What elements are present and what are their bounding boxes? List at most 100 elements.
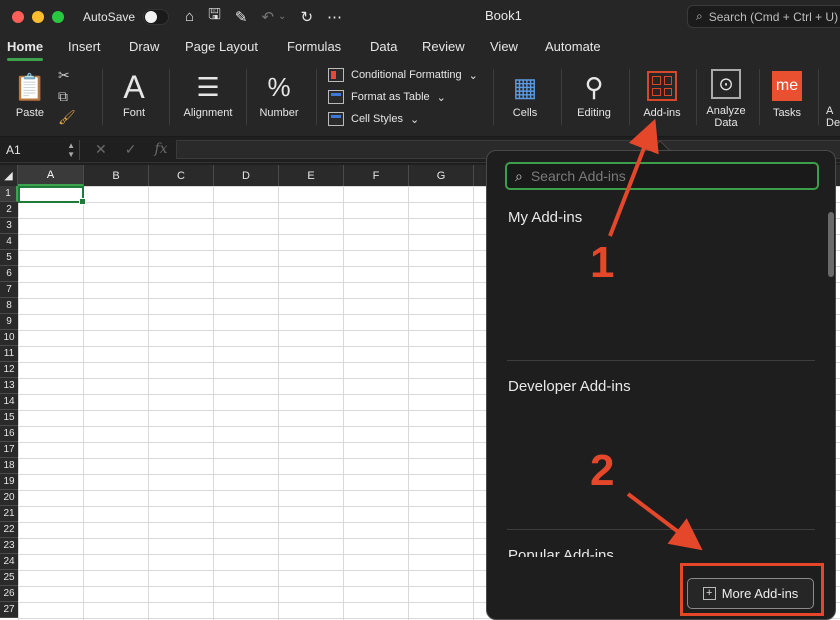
developer-addins-heading: Developer Add-ins (508, 378, 631, 395)
tab-insert[interactable]: Insert (68, 39, 101, 61)
format-as-table-button[interactable]: Format as Table ⌄ (328, 89, 478, 105)
row-header[interactable]: 24 (0, 554, 18, 570)
row-header[interactable]: 4 (0, 234, 18, 250)
tab-view[interactable]: View (490, 39, 518, 61)
separator (102, 69, 103, 125)
fx-icon[interactable]: fx (154, 141, 167, 158)
editing-button[interactable]: ⚲ Editing (570, 61, 618, 137)
undo-icon[interactable]: ↶ (261, 8, 274, 26)
tab-home[interactable]: Home (7, 39, 44, 61)
name-box[interactable]: A1 ▲ ▼ (0, 140, 80, 160)
column-header[interactable]: C (149, 165, 214, 186)
tab-draw[interactable]: Draw (129, 39, 159, 61)
selected-cell[interactable] (18, 186, 86, 205)
row-header[interactable]: 8 (0, 298, 18, 314)
cells-button[interactable]: ▦ Cells (503, 61, 547, 137)
column-header[interactable]: B (84, 165, 149, 186)
row-header[interactable]: 18 (0, 458, 18, 474)
separator (696, 69, 697, 125)
row-header[interactable]: 26 (0, 586, 18, 602)
panel-scrollbar[interactable] (828, 212, 834, 277)
column-header[interactable]: E (279, 165, 344, 186)
home-icon[interactable]: ⌂ (185, 8, 194, 25)
font-button[interactable]: A Font (112, 61, 156, 137)
row-header[interactable]: 10 (0, 330, 18, 346)
divider (507, 360, 815, 361)
row-header[interactable]: 19 (0, 474, 18, 490)
row-header[interactable]: 5 (0, 250, 18, 266)
row-header[interactable]: 6 (0, 266, 18, 282)
my-addins-heading: My Add-ins (508, 209, 583, 226)
cut-off-button[interactable]: A De (826, 61, 840, 137)
search-icon: ⌕ (515, 167, 523, 184)
minimize-window-button[interactable] (32, 10, 44, 23)
row-header[interactable]: 16 (0, 426, 18, 442)
row-header[interactable]: 11 (0, 346, 18, 362)
cell-styles-button[interactable]: Cell Styles ⌄ (328, 111, 478, 127)
save-as-icon[interactable]: ✎ (235, 8, 248, 26)
row-header[interactable]: 7 (0, 282, 18, 298)
row-header[interactable]: 9 (0, 314, 18, 330)
tab-data[interactable]: Data (370, 39, 397, 61)
tab-formulas[interactable]: Formulas (287, 39, 341, 61)
format-painter-icon[interactable]: 🖌 (58, 109, 76, 126)
window-controls (12, 10, 64, 23)
ribbon: 📋 Paste ✂ ⧉ 🖌 A Font ☰ Alignment % Numbe… (0, 61, 840, 137)
row-header[interactable]: 22 (0, 522, 18, 538)
column-header[interactable]: D (214, 165, 279, 186)
addins-panel: ⌕ My Add-ins Developer Add-ins Popular A… (486, 150, 836, 620)
addins-search[interactable]: ⌕ (505, 162, 819, 190)
more-icon[interactable]: ⋯ (327, 8, 342, 26)
row-header[interactable]: 12 (0, 362, 18, 378)
zoom-window-button[interactable] (52, 10, 64, 23)
row-header[interactable]: 15 (0, 410, 18, 426)
row-header[interactable]: 21 (0, 506, 18, 522)
stepper-icon[interactable]: ▲ ▼ (67, 141, 75, 159)
select-all-corner[interactable]: ◢ (0, 165, 18, 186)
save-icon[interactable]: 🖫 (208, 4, 221, 29)
tasks-button[interactable]: me Tasks (766, 61, 808, 137)
undo-dropdown-icon[interactable]: ⌄ (278, 11, 286, 22)
conditional-formatting-button[interactable]: Conditional Formatting ⌄ (328, 67, 478, 83)
tab-review[interactable]: Review (422, 39, 465, 61)
separator (759, 69, 760, 125)
document-title: Book1 (485, 8, 522, 23)
scissors-icon[interactable]: ✂ (58, 67, 76, 84)
autosave-toggle[interactable] (143, 8, 170, 25)
row-header[interactable]: 25 (0, 570, 18, 586)
close-window-button[interactable] (12, 10, 24, 23)
redo-icon[interactable]: ↻ (300, 8, 313, 26)
column-header[interactable]: F (344, 165, 409, 186)
search-box[interactable]: ⌕ Search (Cmd + Ctrl + U) (687, 5, 840, 28)
tab-page-layout[interactable]: Page Layout (185, 39, 258, 61)
row-header[interactable]: 13 (0, 378, 18, 394)
row-header[interactable]: 23 (0, 538, 18, 554)
cells-icon: ▦ (512, 72, 538, 102)
row-header[interactable]: 27 (0, 602, 18, 618)
alignment-button[interactable]: ☰ Alignment (180, 61, 236, 137)
column-header[interactable]: A (18, 165, 84, 186)
row-header[interactable]: 17 (0, 442, 18, 458)
paste-button[interactable]: 📋 Paste (10, 61, 50, 137)
separator (561, 69, 562, 125)
styles-group: Conditional Formatting ⌄ Format as Table… (328, 67, 478, 127)
analyze-data-label-2: Data (714, 117, 738, 129)
row-header[interactable]: 14 (0, 394, 18, 410)
cancel-icon[interactable]: ✕ (95, 141, 107, 158)
autosave: AutoSave (83, 8, 170, 25)
addins-search-input[interactable] (530, 168, 801, 184)
confirm-icon[interactable]: ✓ (125, 141, 137, 158)
copy-icon[interactable]: ⧉ (58, 88, 76, 105)
column-header[interactable]: G (409, 165, 474, 186)
analyze-data-button[interactable]: ⊙ Analyze Data (703, 61, 749, 137)
number-button[interactable]: % Number (255, 61, 303, 137)
row-header[interactable]: 1 (0, 186, 18, 202)
font-label: Font (122, 107, 145, 119)
row-header[interactable]: 2 (0, 202, 18, 218)
row-header[interactable]: 3 (0, 218, 18, 234)
addins-button[interactable]: Add-ins (638, 61, 686, 137)
number-label: Number (259, 107, 299, 119)
tab-automate[interactable]: Automate (545, 39, 601, 61)
row-header[interactable]: 20 (0, 490, 18, 506)
cut-off-label-2: De (826, 117, 840, 129)
